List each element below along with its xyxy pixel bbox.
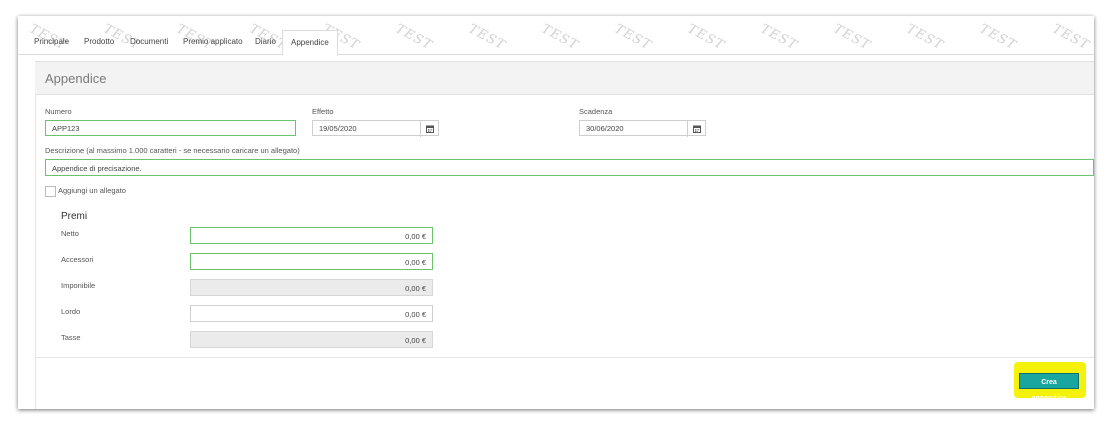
effetto-value: 19/05/2020: [319, 124, 357, 133]
allegato-label: Aggiungi un allegato: [58, 186, 126, 195]
calendar-icon[interactable]: [420, 121, 438, 137]
calendar-icon[interactable]: [687, 121, 705, 137]
allegato-checkbox[interactable]: [45, 186, 56, 197]
descrizione-field[interactable]: Appendice di precisazione.: [45, 159, 1094, 176]
netto-field[interactable]: 0,00 €: [190, 227, 433, 244]
accessori-label: Accessori: [61, 255, 94, 264]
netto-label: Netto: [61, 229, 79, 238]
accessori-field[interactable]: 0,00 €: [190, 253, 433, 270]
app-window: TEST TEST TEST TEST TEST TEST TEST TEST …: [18, 16, 1094, 409]
tab-bar: Principale Prodotto Documenti Premio app…: [18, 30, 1094, 56]
imponibile-label: Imponibile: [61, 281, 96, 290]
tasse-label: Tasse: [61, 333, 81, 342]
tab-prodotto[interactable]: Prodotto: [84, 30, 114, 54]
panel-border: [35, 94, 36, 409]
tab-documenti[interactable]: Documenti: [130, 30, 168, 54]
premi-title: Premi: [61, 211, 88, 222]
effetto-date-field[interactable]: 19/05/2020: [312, 120, 439, 137]
imponibile-field: 0,00 €: [190, 279, 433, 296]
crea-appendice-button[interactable]: Crea appendice: [1019, 373, 1079, 402]
scadenza-value: 30/06/2020: [586, 124, 624, 133]
effetto-label: Effetto: [312, 107, 334, 116]
section-divider: [35, 357, 1094, 358]
tab-premio-applicato[interactable]: Premio applicato: [183, 30, 243, 54]
lordo-label: Lordo: [61, 307, 81, 316]
tasse-field: 0,00 €: [190, 331, 433, 348]
panel-title: Appendice: [45, 71, 107, 86]
numero-field[interactable]: APP123: [45, 120, 296, 136]
lordo-field[interactable]: 0,00 €: [190, 305, 433, 322]
tab-diario[interactable]: Diario: [255, 30, 276, 54]
tab-principale[interactable]: Principale: [34, 30, 69, 54]
descrizione-label: Descrizione (al massimo 1.000 caratteri …: [45, 146, 300, 155]
panel-header: Appendice: [35, 61, 1094, 95]
scadenza-label: Scadenza: [579, 107, 613, 116]
scadenza-date-field[interactable]: 30/06/2020: [579, 120, 706, 137]
tab-appendice[interactable]: Appendice: [282, 30, 338, 56]
numero-label: Numero: [45, 107, 72, 116]
